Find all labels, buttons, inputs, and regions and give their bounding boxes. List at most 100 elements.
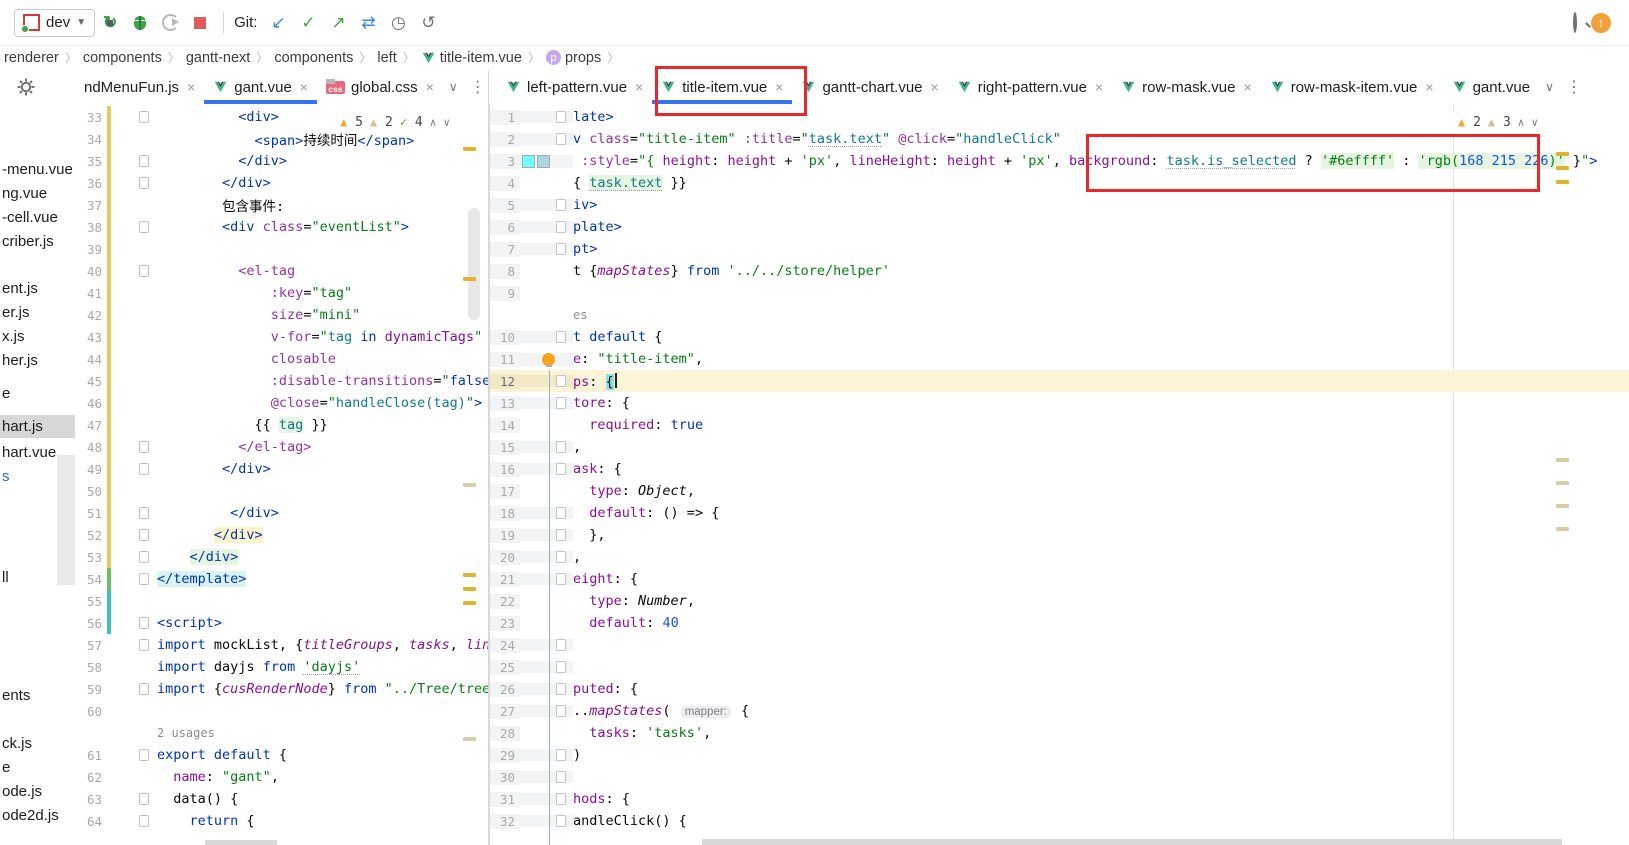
stripe-mark[interactable]	[1556, 481, 1569, 485]
sidebar-item[interactable]: hart.js	[0, 415, 76, 438]
fold-marker-icon[interactable]	[139, 507, 149, 519]
line-number[interactable]: 26	[490, 682, 520, 697]
code-text[interactable]: ask: {	[573, 461, 1629, 477]
line-number[interactable]: 2	[490, 132, 520, 147]
sidebar-item[interactable]: hart.vue	[0, 441, 76, 464]
code-text[interactable]: t default {	[573, 329, 1629, 345]
inspections-widget[interactable]: ▲ 2 ▲ 3 ∧ ∨	[1452, 111, 1544, 133]
code-text[interactable]: ,	[573, 439, 1629, 455]
line-number[interactable]: 33	[75, 110, 107, 125]
push-icon[interactable]: ↗	[325, 10, 351, 36]
fold-marker-icon[interactable]	[556, 111, 566, 123]
breadcrumb-item-props[interactable]: pprops	[544, 50, 603, 66]
left-editor-pane[interactable]: 33 <div>34 <span>持续时间</span>35 </div>36 …	[75, 104, 488, 845]
rollback-icon[interactable]: ↺	[415, 10, 441, 36]
line-number[interactable]: 12	[490, 374, 520, 389]
code-line[interactable]: 2 usages	[75, 722, 488, 744]
color-swatch[interactable]	[537, 155, 550, 168]
tab-global.css[interactable]: cssglobal.css×	[317, 70, 443, 104]
code-text[interactable]: v-for="tag in dynamicTags"	[157, 329, 488, 345]
debug-icon[interactable]	[127, 10, 153, 36]
code-text[interactable]: puted: {	[573, 681, 1629, 697]
code-line[interactable]: 63 data() {	[75, 788, 488, 810]
tab-left-pattern.vue[interactable]: left-pattern.vue×	[497, 70, 652, 104]
tab-row-mask-item.vue[interactable]: row-mask-item.vue×	[1261, 70, 1443, 104]
code-line[interactable]: 57import mockList, {titleGroups, tasks, …	[75, 634, 488, 656]
line-number[interactable]: 44	[75, 352, 107, 367]
line-number[interactable]: 42	[75, 308, 107, 323]
code-line[interactable]: 37 包含事件:	[75, 194, 488, 216]
stripe-mark[interactable]	[463, 601, 476, 605]
fold-marker-icon[interactable]	[139, 815, 149, 827]
breadcrumb-item-gantt-next[interactable]: gantt-next	[184, 50, 253, 66]
fold-marker-icon[interactable]	[556, 529, 566, 541]
code-text[interactable]: {{ tag }}	[157, 417, 488, 433]
fold-marker-icon[interactable]	[556, 639, 566, 651]
sidebar-item[interactable]: er.js	[0, 301, 76, 324]
rerun-icon[interactable]: ↻	[97, 10, 123, 36]
code-line[interactable]: 64 return {	[75, 810, 488, 832]
line-number[interactable]: 16	[490, 462, 520, 477]
close-icon[interactable]: ×	[635, 79, 643, 95]
tab-list-chevron-icon[interactable]: ∨	[443, 80, 464, 94]
code-line[interactable]: 48 </el-tag>	[75, 436, 488, 458]
tab-options-kebab-icon[interactable]: ⋮	[1560, 77, 1588, 97]
code-line[interactable]: 15,	[490, 436, 1629, 458]
code-line[interactable]: 28 tasks: 'tasks',	[490, 722, 1629, 744]
line-number[interactable]: 40	[75, 264, 107, 279]
code-text[interactable]: <el-tag	[157, 263, 488, 279]
fold-marker-icon[interactable]	[556, 375, 566, 387]
sidebar-item[interactable]: e	[0, 756, 76, 779]
code-line[interactable]: 32andleClick() {	[490, 810, 1629, 832]
code-line[interactable]: 19 },	[490, 524, 1629, 546]
code-text[interactable]: eight: {	[573, 571, 1629, 587]
fold-marker-icon[interactable]	[556, 573, 566, 585]
line-number[interactable]: 21	[490, 572, 520, 587]
fold-marker-icon[interactable]	[556, 815, 566, 827]
sidebar-item[interactable]: criber.js	[0, 230, 76, 253]
code-line[interactable]: 50	[75, 480, 488, 502]
line-number[interactable]: 25	[490, 660, 520, 675]
line-number[interactable]: 18	[490, 506, 520, 521]
line-number[interactable]: 34	[75, 132, 107, 147]
line-number[interactable]: 32	[490, 814, 520, 829]
code-line[interactable]: 11e: "title-item",	[490, 348, 1629, 370]
fold-marker-icon[interactable]	[139, 749, 149, 761]
line-number[interactable]: 47	[75, 418, 107, 433]
line-number[interactable]: 4	[490, 176, 520, 191]
history-icon[interactable]: ◷	[385, 10, 411, 36]
line-number[interactable]: 43	[75, 330, 107, 345]
code-text[interactable]: pt>	[573, 241, 1629, 257]
line-number[interactable]: 63	[75, 792, 107, 807]
code-text[interactable]: closable	[157, 351, 488, 367]
code-line[interactable]: 23 default: 40	[490, 612, 1629, 634]
code-text[interactable]: ..mapStates( mapper: {	[573, 703, 1629, 719]
code-text[interactable]: type: Number,	[573, 593, 1629, 609]
code-text[interactable]: import {cusRenderNode} from "../Tree/tre…	[157, 681, 488, 697]
sidebar-item[interactable]: e	[0, 382, 76, 405]
code-line[interactable]: 58 import dayjs from 'dayjs'	[75, 656, 488, 678]
code-text[interactable]: import dayjs from 'dayjs'	[157, 659, 488, 675]
code-text[interactable]: default: () => {	[573, 505, 1629, 521]
code-line[interactable]: 60	[75, 700, 488, 722]
sidebar-item[interactable]: ck.js	[0, 732, 76, 755]
code-line[interactable]: 27..mapStates( mapper: {	[490, 700, 1629, 722]
code-line[interactable]: 51 </div>	[75, 502, 488, 524]
code-line[interactable]: 29)	[490, 744, 1629, 766]
line-number[interactable]: 7	[490, 242, 520, 257]
line-number[interactable]: 9	[490, 286, 520, 301]
line-number[interactable]: 14	[490, 418, 520, 433]
fold-marker-icon[interactable]	[139, 441, 149, 453]
stripe-mark[interactable]	[1556, 166, 1569, 170]
close-icon[interactable]: ×	[1244, 79, 1252, 95]
fold-marker-icon[interactable]	[139, 463, 149, 475]
code-text[interactable]: <script>	[157, 615, 488, 631]
code-line[interactable]: 5iv>	[490, 194, 1629, 216]
code-text[interactable]: tasks: 'tasks',	[573, 725, 1629, 741]
line-number[interactable]: 58	[75, 660, 107, 675]
code-line[interactable]: 59import {cusRenderNode} from "../Tree/t…	[75, 678, 488, 700]
tab-ndMenuFun.js[interactable]: ndMenuFun.js×	[75, 70, 204, 104]
code-text[interactable]: :disable-transitions="false"	[157, 373, 488, 389]
run-configuration-selector[interactable]: dev ▼	[14, 9, 95, 37]
code-text[interactable]: export default {	[157, 747, 488, 763]
